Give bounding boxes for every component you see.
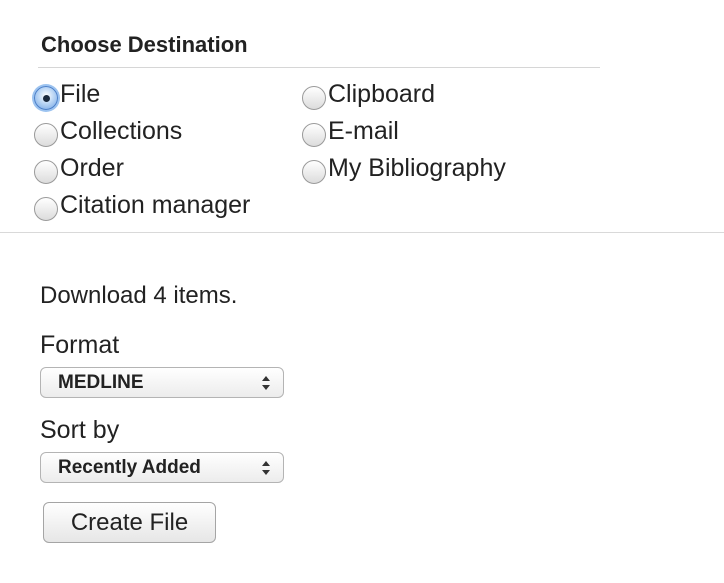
create-file-button[interactable]: Create File xyxy=(43,502,216,543)
radio-icon[interactable] xyxy=(302,159,326,184)
radio-option-my-bibliography[interactable]: My Bibliography xyxy=(302,150,582,187)
radio-label-file: File xyxy=(60,80,101,108)
radio-icon[interactable] xyxy=(302,122,326,147)
updown-arrows-icon xyxy=(262,376,270,390)
radio-label-my-bibliography: My Bibliography xyxy=(328,154,506,182)
sort-by-select[interactable]: Recently Added xyxy=(40,452,284,483)
radio-option-order[interactable]: Order xyxy=(34,150,302,187)
sort-by-label: Sort by xyxy=(40,416,120,444)
radio-label-citation-manager: Citation manager xyxy=(60,191,251,219)
sort-by-select-value: Recently Added xyxy=(58,456,201,478)
radio-label-clipboard: Clipboard xyxy=(328,80,436,108)
radio-icon[interactable] xyxy=(34,159,58,184)
destination-radio-group: File Clipboard Collections E-mail Order … xyxy=(34,76,594,224)
format-select[interactable]: MEDLINE xyxy=(40,367,284,398)
radio-icon[interactable] xyxy=(34,122,58,147)
radio-option-collections[interactable]: Collections xyxy=(34,113,302,150)
format-select-value: MEDLINE xyxy=(58,371,144,393)
radio-option-email[interactable]: E-mail xyxy=(302,113,582,150)
updown-arrows-icon xyxy=(262,461,270,475)
heading-divider xyxy=(38,67,600,68)
radio-option-file[interactable]: File xyxy=(34,76,302,113)
radio-label-collections: Collections xyxy=(60,117,183,145)
radio-label-email: E-mail xyxy=(328,117,399,145)
download-count-text: Download 4 items. xyxy=(40,282,238,309)
radio-icon[interactable] xyxy=(34,196,58,221)
section-divider xyxy=(0,232,724,233)
choose-destination-heading: Choose Destination xyxy=(41,32,248,57)
radio-selected-icon[interactable] xyxy=(34,85,58,110)
radio-icon[interactable] xyxy=(302,85,326,110)
format-label: Format xyxy=(40,331,120,359)
radio-option-citation-manager[interactable]: Citation manager xyxy=(34,187,302,224)
radio-label-order: Order xyxy=(60,154,124,182)
send-to-panel: Choose Destination File Clipboard Collec… xyxy=(0,0,724,583)
radio-option-clipboard[interactable]: Clipboard xyxy=(302,76,582,113)
